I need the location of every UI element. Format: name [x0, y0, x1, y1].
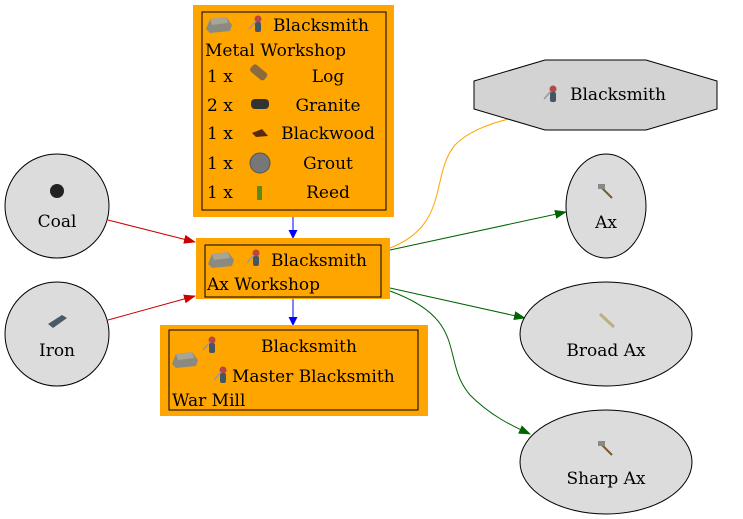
svg-text:Log: Log [312, 67, 345, 87]
worker-label: Blacksmith [271, 251, 367, 271]
edge-to-ax [389, 209, 567, 251]
cost-row: 1 x Blackwood [207, 124, 375, 144]
node-ax[interactable]: Ax [565, 153, 647, 259]
node-label: Ax [594, 213, 617, 233]
node-coal[interactable]: Coal [4, 153, 110, 259]
worker-label: Blacksmith [273, 16, 369, 36]
svg-text:2 x: 2 x [207, 96, 233, 116]
node-war-mill[interactable]: Blacksmith Master Blacksmith War Mill [160, 325, 428, 416]
node-metal-workshop[interactable]: Blacksmith Metal Workshop 1 x Log 2 x Gran… [193, 5, 394, 217]
grout-icon [249, 152, 271, 174]
node-label: Blacksmith [570, 85, 666, 105]
svg-text:Grout: Grout [303, 154, 353, 174]
svg-text:1 x: 1 x [207, 67, 233, 87]
worker-label: Master Blacksmith [232, 367, 395, 387]
node-worker-blacksmith[interactable]: Blacksmith [473, 59, 718, 131]
diagram: Blacksmith Metal Workshop 1 x Log 2 x Gran… [4, 5, 718, 515]
svg-text:Reed: Reed [306, 183, 350, 203]
node-broad-ax[interactable]: Broad Ax [519, 281, 693, 387]
node-ax-workshop[interactable]: Blacksmith Ax Workshop [196, 238, 390, 299]
edge-to-broad-ax [389, 287, 526, 321]
coal-icon [50, 184, 64, 198]
worker-label: Blacksmith [261, 337, 357, 357]
edge-coal-to-ax-workshop [107, 219, 196, 244]
building-name: Ax Workshop [206, 275, 320, 295]
node-label: Broad Ax [566, 341, 646, 361]
svg-text:Granite: Granite [295, 96, 360, 116]
node-label: Iron [39, 341, 75, 361]
svg-text:1 x: 1 x [207, 124, 233, 144]
reed-icon [257, 186, 262, 200]
node-sharp-ax[interactable]: Sharp Ax [519, 409, 693, 515]
building-name: War Mill [172, 391, 245, 411]
node-label: Sharp Ax [566, 469, 645, 489]
edge-iron-to-ax-workshop [107, 294, 196, 321]
node-label: Coal [38, 212, 77, 232]
granite-icon [251, 99, 269, 109]
node-iron[interactable]: Iron [4, 281, 110, 387]
svg-text:1 x: 1 x [207, 154, 233, 174]
building-name: Metal Workshop [205, 41, 346, 61]
svg-text:Blackwood: Blackwood [281, 124, 375, 144]
svg-text:1 x: 1 x [207, 183, 233, 203]
edge-worker-blacksmith [389, 117, 514, 249]
